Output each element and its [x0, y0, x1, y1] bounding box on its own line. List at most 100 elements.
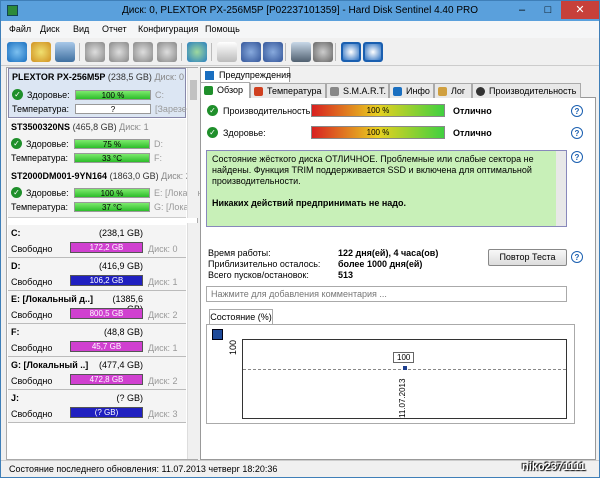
volume-disk: Диск: 0: [148, 244, 178, 254]
thermometer-icon: [254, 87, 263, 96]
save-icon[interactable]: [212, 329, 223, 340]
disk-surface-icon[interactable]: [109, 42, 129, 62]
toolbar-separator: [79, 43, 80, 61]
menu-config[interactable]: Конфигурация: [138, 24, 198, 34]
watermark-text: niko2371111: [522, 461, 586, 473]
volume-name: J:: [11, 393, 20, 403]
health-label: Здоровье:: [26, 188, 69, 198]
disk-name: ST2000DM001-9YN164: [11, 171, 108, 181]
check-icon: ✓: [11, 138, 22, 149]
volume-item-c[interactable]: C: (238,1 GB) Свободно 172,2 GB Диск: 0: [8, 225, 186, 258]
health-bar: 75 %: [74, 139, 150, 149]
volume-name: G: [Локальный ..]: [11, 360, 89, 370]
minimize-button[interactable]: –: [509, 1, 535, 19]
uptime-value: 122 дня(ей), 4 часа(ов): [338, 248, 439, 258]
report-icon[interactable]: [217, 42, 237, 62]
monitor-icon[interactable]: [55, 42, 75, 62]
help-icon[interactable]: [341, 42, 361, 62]
tab-info[interactable]: Инфо: [389, 83, 434, 98]
free-bar: 106,2 GB: [70, 275, 143, 286]
options-icon[interactable]: [291, 42, 311, 62]
help-icon[interactable]: ?: [571, 105, 583, 117]
volume-item-f[interactable]: F: (48,8 GB) Свободно 45,7 GB Диск: 1: [8, 324, 186, 357]
toolbar-separator: [211, 43, 212, 61]
volume-disk: Диск: 3: [148, 409, 178, 419]
data-label: 100: [393, 352, 415, 363]
refresh-icon[interactable]: [7, 42, 27, 62]
disk-item-2[interactable]: ST2000DM001-9YN164 (1863,0 GB) Диск: 2 ✓…: [8, 168, 202, 218]
performance-label: Производительность:: [223, 106, 313, 116]
health-label: Здоровье:: [26, 139, 69, 149]
health-bar: 100 %: [75, 90, 151, 100]
disk-test-icon[interactable]: [85, 42, 105, 62]
free-label: Свободно: [11, 310, 53, 320]
comment-input[interactable]: Нажмите для добавления комментария ...: [206, 286, 567, 302]
tab-temperature[interactable]: Температура: [250, 83, 326, 98]
volume-item-d[interactable]: D: (416,9 GB) Свободно 106,2 GB Диск: 1: [8, 258, 186, 291]
volume-size: (416,9 GB): [98, 261, 143, 271]
disk-item-0[interactable]: PLEXTOR PX-256M5P (238,5 GB) Диск: 0 ✓ З…: [8, 68, 192, 118]
health-icon[interactable]: [31, 42, 51, 62]
chart-area: 100 100 11.07.2013: [206, 324, 575, 424]
status-scrollbar[interactable]: [556, 151, 566, 226]
tab-smart[interactable]: S.M.A.R.T.: [326, 83, 389, 98]
disk-item-1[interactable]: ST3500320NS (465,8 GB) Диск: 1 ✓ Здоровь…: [8, 119, 186, 169]
disk-list-panel: PLEXTOR PX-256M5P (238,5 GB) Диск: 0 ✓ З…: [6, 67, 202, 460]
volume-list-scrollbar[interactable]: [187, 223, 198, 459]
menu-report[interactable]: Отчет: [102, 24, 127, 34]
volume-disk: Диск: 2: [148, 376, 178, 386]
performance-bar: 100 %: [311, 104, 445, 117]
tab-overview[interactable]: Обзор: [200, 82, 250, 99]
globe-icon[interactable]: [187, 42, 207, 62]
remaining-label: Приблизительно осталось:: [208, 259, 321, 269]
starts-label: Всего пусков/остановок:: [208, 270, 309, 280]
info-icon: [393, 87, 402, 96]
check-icon: [204, 86, 213, 95]
volume-size: (? GB): [116, 393, 143, 403]
free-bar: 172,2 GB: [70, 242, 143, 253]
free-label: Свободно: [11, 244, 53, 254]
menu-help[interactable]: Помощь: [205, 24, 240, 34]
tab-warnings[interactable]: Предупреждения: [200, 67, 291, 82]
help-icon[interactable]: ?: [571, 251, 583, 263]
overview-pane: ✓ Производительность: 100 % Отлично ? ✓ …: [200, 98, 596, 460]
volume-item-j[interactable]: J: (? GB) Свободно (? GB) Диск: 3: [8, 390, 186, 423]
scroll-thumb[interactable]: [190, 80, 197, 100]
uptime-label: Время работы:: [208, 248, 271, 258]
warning-icon: [205, 71, 214, 80]
sound-icon[interactable]: [313, 42, 333, 62]
disk-name: ST3500320NS: [11, 122, 71, 132]
x-tick-label: 11.07.2013: [398, 378, 407, 418]
menu-disk[interactable]: Диск: [40, 24, 60, 34]
temp-label: Температура:: [11, 153, 69, 163]
volume-item-e[interactable]: E: [Локальный д..] (1385,6 GB) Свободно …: [8, 291, 186, 324]
close-button[interactable]: ✕: [561, 1, 599, 19]
free-bar: 800,5 GB: [70, 308, 143, 319]
temp-label: Температура:: [11, 202, 69, 212]
health-bar: 100 %: [311, 126, 445, 139]
menu-view[interactable]: Вид: [73, 24, 89, 34]
disk-extra-icon[interactable]: [157, 42, 177, 62]
tab-chart-status[interactable]: Состояние (%): [209, 309, 273, 325]
volume-size: (477,4 GB): [98, 360, 143, 370]
help-icon[interactable]: ?: [571, 151, 583, 163]
network-icon[interactable]: [263, 42, 283, 62]
disk-list-scrollbar[interactable]: [187, 68, 198, 218]
maximize-button[interactable]: □: [535, 1, 561, 19]
menu-file[interactable]: Файл: [9, 24, 31, 34]
volume-item-g[interactable]: G: [Локальный ..] (477,4 GB) Свободно 47…: [8, 357, 186, 390]
tab-performance[interactable]: Производительность: [472, 83, 581, 98]
info-icon[interactable]: [363, 42, 383, 62]
disk-settings-icon[interactable]: [133, 42, 153, 62]
volume-size: (238,1 GB): [98, 228, 143, 238]
help-icon[interactable]: ?: [571, 127, 583, 139]
tab-strip: Обзор Температура S.M.A.R.T. Инфо Лог Пр…: [200, 82, 596, 99]
tab-log[interactable]: Лог: [434, 83, 472, 98]
free-label: Свободно: [11, 277, 53, 287]
sync-icon[interactable]: [241, 42, 261, 62]
volume-name: C:: [11, 228, 21, 238]
check-icon: ✓: [207, 127, 218, 138]
free-label: Свободно: [11, 409, 53, 419]
retest-button[interactable]: Повтор Теста: [488, 249, 567, 266]
health-label: Здоровье:: [223, 128, 266, 138]
